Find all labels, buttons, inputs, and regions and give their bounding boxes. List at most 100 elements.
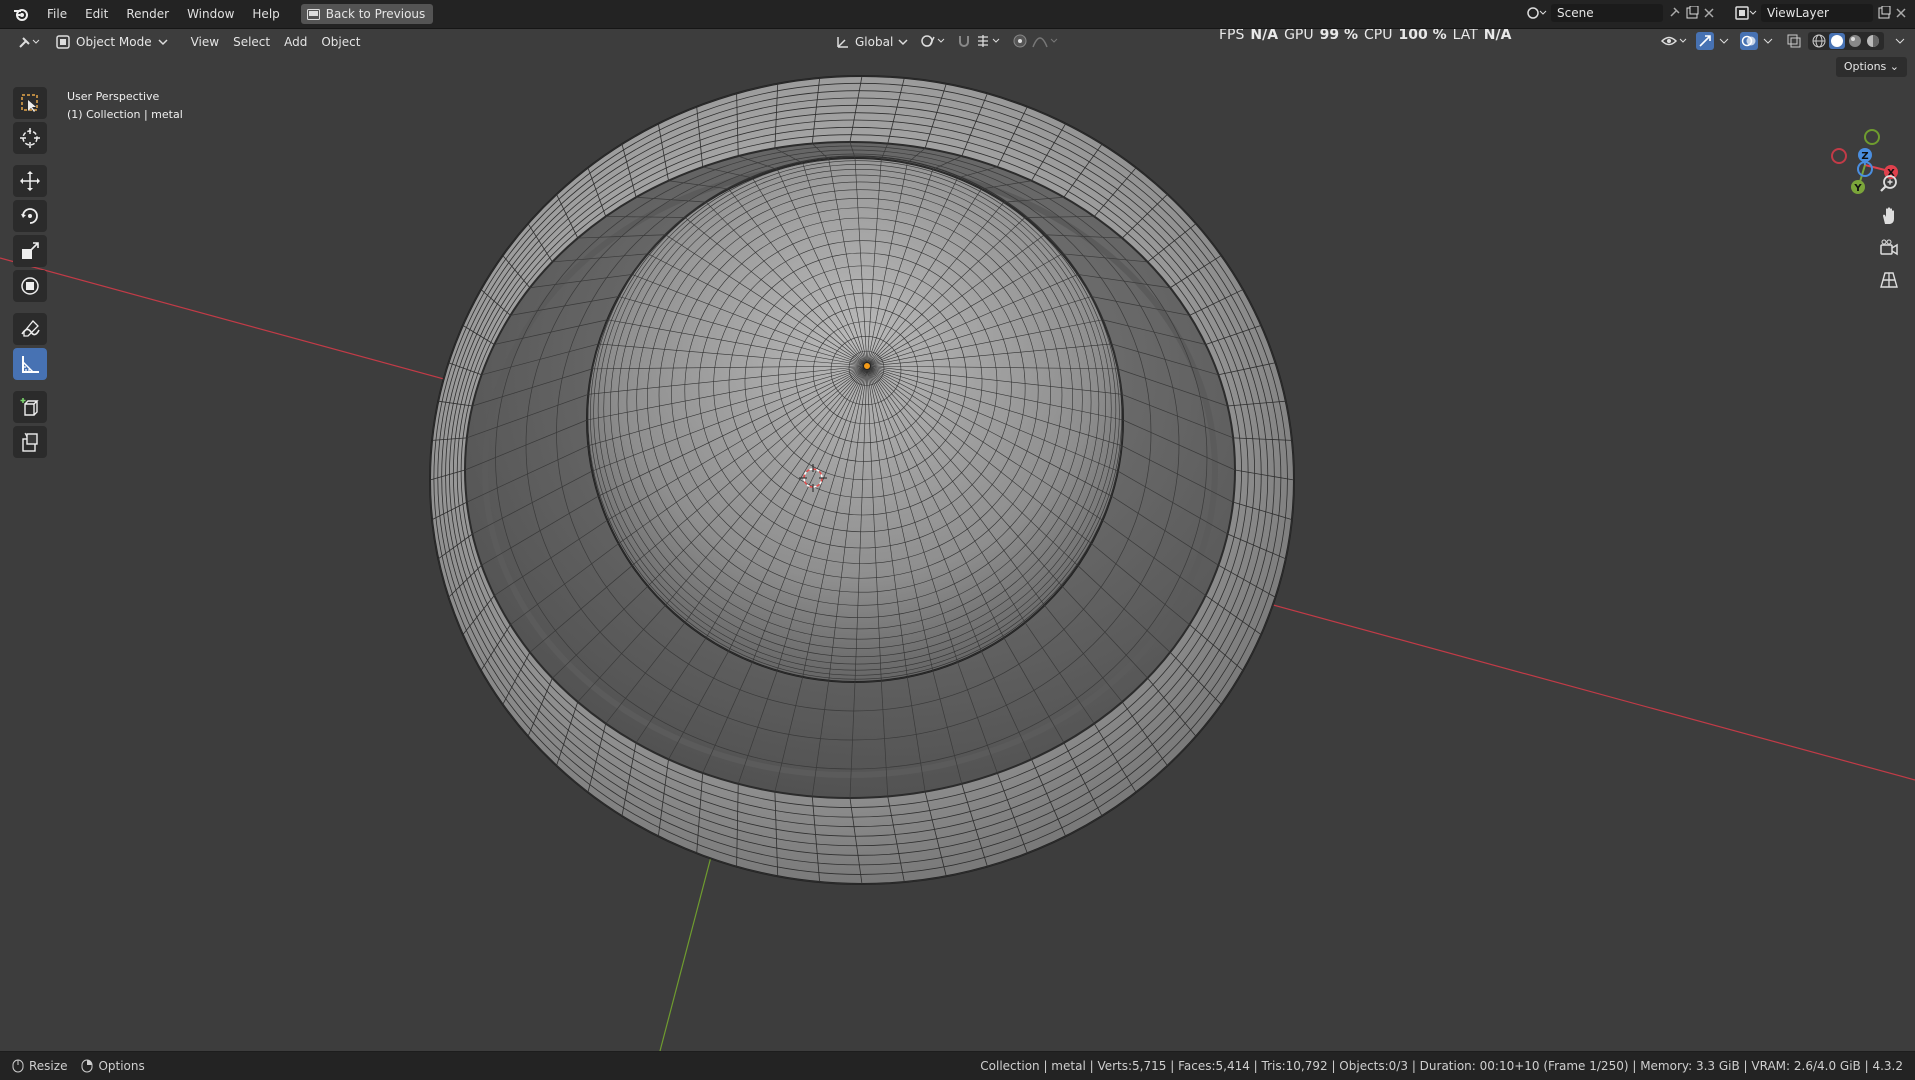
- scale-icon: [22, 242, 39, 259]
- camera-view-icon[interactable]: [1877, 236, 1901, 260]
- annotate-tool[interactable]: [13, 313, 47, 345]
- navigation-buttons: [1877, 172, 1901, 292]
- screen-icon: [306, 8, 320, 20]
- back-to-previous-button[interactable]: Back to Previous: [300, 4, 434, 24]
- z-axis-label: Z: [1861, 151, 1868, 162]
- options-hint-label: Options: [98, 1059, 145, 1073]
- shading-mode-group[interactable]: [1808, 32, 1884, 50]
- transform-tool[interactable]: [13, 270, 47, 302]
- solid-shading-icon[interactable]: [1829, 33, 1845, 49]
- lat-label: LAT: [1452, 29, 1478, 43]
- rendered-shading-icon[interactable]: [1865, 33, 1881, 49]
- menu-file[interactable]: File: [38, 2, 76, 26]
- options-label: Options: [1843, 60, 1887, 73]
- xray-toggle-icon[interactable]: [1786, 33, 1802, 49]
- menu-edit[interactable]: Edit: [76, 2, 117, 26]
- object-mode-label: Object Mode: [76, 35, 152, 49]
- menu-add[interactable]: Add: [277, 32, 314, 52]
- new-view-layer-icon[interactable]: [1877, 6, 1891, 20]
- measure-tool[interactable]: [13, 348, 47, 380]
- cursor-tool[interactable]: [13, 122, 47, 154]
- close-view-layer-icon[interactable]: [1895, 7, 1907, 19]
- 3d-viewport[interactable]: Object Mode View Select Add Object Globa…: [0, 29, 1915, 1051]
- menu-help[interactable]: Help: [243, 2, 288, 26]
- new-scene-icon[interactable]: [1685, 6, 1699, 20]
- back-to-previous-label: Back to Previous: [325, 7, 426, 21]
- view-name-text: User Perspective: [67, 90, 160, 103]
- falloff-dropdown[interactable]: [1032, 33, 1060, 49]
- object-mode-icon: [56, 35, 70, 49]
- scene-canvas[interactable]: [0, 29, 1915, 1051]
- snap-toggle-icon[interactable]: [956, 33, 972, 49]
- lat-value: N/A: [1483, 29, 1512, 43]
- shading-dropdown[interactable]: [1894, 33, 1906, 49]
- rotate-tool[interactable]: [13, 200, 47, 232]
- mesh-object[interactable]: [429, 75, 1295, 885]
- y-axis-label: Y: [1853, 183, 1862, 194]
- fps-value: N/A: [1250, 29, 1279, 43]
- select-box-tool[interactable]: [13, 87, 47, 119]
- resize-hint: Resize: [12, 1059, 67, 1073]
- object-mode-dropdown[interactable]: Object Mode: [50, 32, 174, 52]
- scene-name-field[interactable]: Scene: [1551, 4, 1663, 22]
- neg-x-axis-dot[interactable]: [1831, 148, 1847, 164]
- menu-view[interactable]: View: [184, 32, 226, 52]
- move-tool[interactable]: [13, 165, 47, 197]
- view-layer-selector[interactable]: ViewLayer: [1735, 3, 1907, 23]
- object-origin-dot: [863, 362, 871, 370]
- perspective-grid-icon[interactable]: [1877, 268, 1901, 292]
- material-shading-icon[interactable]: [1847, 33, 1863, 49]
- proportional-edit-icon[interactable]: [1012, 33, 1028, 49]
- hand-pan-icon[interactable]: [1877, 204, 1901, 228]
- move-icon: [20, 171, 40, 191]
- zoom-icon[interactable]: [1877, 172, 1901, 196]
- object-visibility-dropdown[interactable]: [1660, 33, 1690, 49]
- gpu-value: 99 %: [1319, 29, 1358, 43]
- scene-selector[interactable]: Scene: [1527, 3, 1715, 23]
- extrude-tool[interactable]: [13, 426, 47, 458]
- gizmos-dropdown[interactable]: [1718, 33, 1730, 49]
- menu-object[interactable]: Object: [314, 32, 367, 52]
- orientation-icon: [836, 35, 850, 49]
- status-bar: Resize Options Collection | metal | Vert…: [0, 1052, 1915, 1080]
- chevron-down-icon: [158, 38, 168, 46]
- menu-render[interactable]: Render: [117, 2, 178, 26]
- add-cube-icon: [20, 398, 39, 416]
- active-collection-text: (1) Collection | metal: [67, 108, 183, 121]
- rotate-icon: [21, 208, 38, 224]
- performance-stats: FPS N/A GPU 99 % CPU 100 % LAT N/A: [1219, 29, 1511, 43]
- transform-orientation-dropdown[interactable]: Global: [836, 32, 908, 52]
- mouse-icon: [12, 1059, 24, 1073]
- top-menu-bar: File Edit Render Window Help Back to Pre…: [0, 0, 1915, 29]
- neg-y-axis-dot[interactable]: [1864, 129, 1880, 145]
- gizmos-toggle-icon[interactable]: [1696, 32, 1714, 50]
- blender-logo-icon[interactable]: [10, 3, 32, 25]
- chevron-down-icon: [898, 38, 908, 46]
- options-dropdown[interactable]: Options ⌄: [1835, 57, 1907, 77]
- transform-icon: [21, 277, 39, 295]
- overlays-toggle-icon[interactable]: [1740, 32, 1758, 50]
- scale-tool[interactable]: [13, 235, 47, 267]
- viewport-header: Object Mode View Select Add Object Globa…: [0, 29, 1915, 55]
- menu-window[interactable]: Window: [178, 2, 243, 26]
- pivot-point-dropdown[interactable]: [920, 33, 948, 49]
- close-scene-icon[interactable]: [1703, 7, 1715, 19]
- extrude-icon: [22, 432, 38, 452]
- menu-select[interactable]: Select: [226, 32, 277, 52]
- scene-statistics: Collection | metal | Verts:5,715 | Faces…: [980, 1059, 1903, 1073]
- overlays-dropdown[interactable]: [1762, 33, 1774, 49]
- editor-type-icon: [17, 34, 43, 50]
- gpu-label: GPU: [1284, 29, 1314, 43]
- mouse-right-icon: [81, 1059, 93, 1073]
- options-hint: Options: [81, 1059, 145, 1073]
- measure-icon: [22, 356, 39, 373]
- orientation-label: Global: [855, 35, 894, 49]
- cursor-tool-icon: [20, 128, 40, 148]
- view-layer-name-field[interactable]: ViewLayer: [1761, 4, 1873, 22]
- editor-type-button[interactable]: [10, 32, 50, 52]
- add-cube-tool[interactable]: [13, 391, 47, 423]
- scene-icon: [1527, 5, 1547, 21]
- snap-target-dropdown[interactable]: [976, 33, 1004, 49]
- pin-icon[interactable]: [1667, 6, 1681, 20]
- wireframe-shading-icon[interactable]: [1811, 33, 1827, 49]
